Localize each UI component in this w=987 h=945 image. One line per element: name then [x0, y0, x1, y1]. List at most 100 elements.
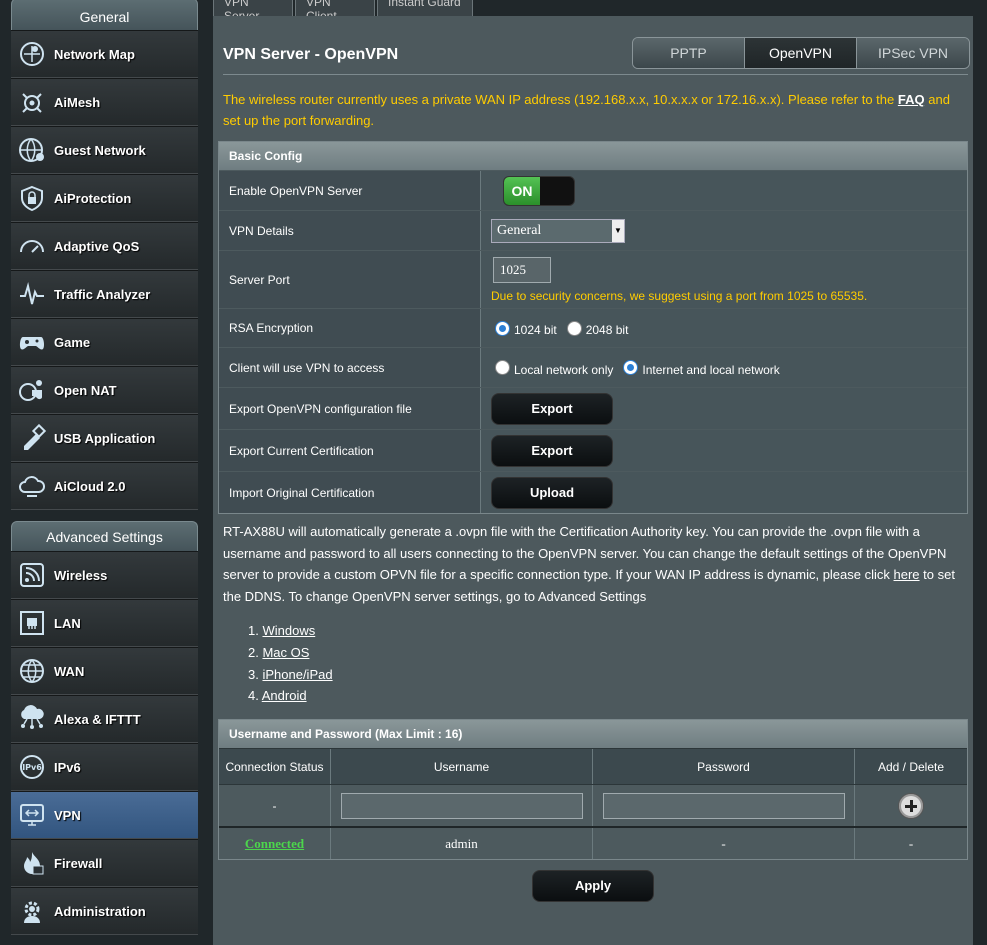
- sidebar-item-open-nat[interactable]: Open NAT: [11, 366, 198, 414]
- guest-network-icon: [17, 135, 47, 165]
- upload-cert-button[interactable]: Upload: [491, 476, 613, 509]
- sidebar-item-label: USB Application: [54, 430, 156, 446]
- vpn-details-select[interactable]: General ▼: [491, 218, 625, 243]
- toggle-on-label: ON: [504, 176, 540, 205]
- windows-link[interactable]: Windows: [262, 623, 315, 638]
- ipv6-icon: IPv6: [17, 752, 47, 782]
- sidebar-item-label: AiCloud 2.0: [54, 478, 126, 494]
- sidebar-item-aicloud[interactable]: AiCloud 2.0: [11, 462, 198, 510]
- description-text: RT-AX88U will automatically generate a .…: [223, 524, 947, 582]
- client-access-row: Client will use VPN to access Local netw…: [219, 347, 967, 387]
- internet-and-local-label: Internet and local network: [642, 362, 780, 377]
- sidebar-item-guest-network[interactable]: Guest Network: [11, 126, 198, 174]
- firewall-icon: [17, 848, 47, 878]
- sidebar: General Network Map AiMesh Guest Network…: [11, 0, 198, 935]
- sidebar-item-ipv6[interactable]: IPv6 IPv6: [11, 743, 198, 791]
- gear-icon: [17, 896, 47, 926]
- sidebar-item-usb-application[interactable]: USB Application: [11, 414, 198, 462]
- sidebar-item-label: Administration: [54, 903, 146, 919]
- sidebar-item-wireless[interactable]: Wireless: [11, 551, 198, 599]
- user-username: admin: [331, 828, 593, 859]
- local-only-label: Local network only: [514, 362, 614, 377]
- export-cert-label: Export Current Certification: [219, 430, 481, 471]
- vpn-details-row: VPN Details General ▼: [219, 210, 967, 250]
- sidebar-item-lan[interactable]: LAN: [11, 599, 198, 647]
- macos-link[interactable]: Mac OS: [262, 645, 309, 660]
- sidebar-item-label: AiProtection: [54, 190, 132, 206]
- export-config-row: Export OpenVPN configuration file Export: [219, 387, 967, 429]
- basic-config-header: Basic Config: [219, 142, 967, 170]
- sidebar-item-wan[interactable]: WAN: [11, 647, 198, 695]
- enable-openvpn-label: Enable OpenVPN Server: [219, 171, 481, 210]
- vpn-details-value: General: [497, 222, 542, 238]
- username-input[interactable]: [340, 792, 583, 819]
- table-row: Connected admin - -: [219, 826, 967, 859]
- rsa-encryption-row: RSA Encryption 1024 bit 2048 bit: [219, 308, 967, 347]
- rsa-2048-label: 2048 bit: [585, 323, 629, 337]
- sidebar-item-label: Traffic Analyzer: [54, 286, 151, 302]
- sidebar-item-alexa-ifttt[interactable]: Alexa & IFTTT: [11, 695, 198, 743]
- sidebar-item-administration[interactable]: Administration: [11, 887, 198, 935]
- client-access-label: Client will use VPN to access: [219, 348, 481, 387]
- cloud-icon: [17, 471, 47, 501]
- sidebar-item-aiprotection[interactable]: AiProtection: [11, 174, 198, 222]
- connection-status[interactable]: Connected: [245, 836, 304, 852]
- rsa-2048-radio[interactable]: [566, 320, 582, 336]
- network-map-icon: [17, 39, 47, 69]
- sidebar-item-label: Guest Network: [54, 142, 146, 158]
- server-port-label: Server Port: [219, 251, 481, 308]
- export-cert-row: Export Current Certification Export: [219, 429, 967, 471]
- sidebar-item-label: Open NAT: [54, 382, 117, 398]
- internet-and-local-radio[interactable]: [623, 360, 639, 375]
- list-item: 3. iPhone/iPad: [248, 666, 333, 682]
- users-table-columns: Connection Status Username Password Add …: [219, 748, 967, 784]
- sidebar-item-label: LAN: [54, 615, 81, 631]
- list-item: 4. Android: [248, 688, 307, 704]
- sidebar-item-network-map[interactable]: Network Map: [11, 30, 198, 78]
- page-title: VPN Server - OpenVPN: [223, 46, 399, 63]
- faq-link[interactable]: FAQ: [898, 92, 925, 107]
- ddns-here-link[interactable]: here: [894, 567, 920, 582]
- sidebar-item-firewall[interactable]: Firewall: [11, 839, 198, 887]
- sidebar-item-game[interactable]: Game: [11, 318, 198, 366]
- export-config-button[interactable]: Export: [491, 392, 613, 425]
- server-port-input[interactable]: 1025: [493, 256, 551, 283]
- general-header: General: [11, 0, 198, 30]
- open-nat-icon: [17, 375, 47, 405]
- col-add-delete: Add / Delete: [877, 759, 945, 774]
- rsa-1024-radio[interactable]: [495, 320, 510, 336]
- basic-config-table: Basic Config Enable OpenVPN Server ON VP…: [218, 141, 968, 514]
- speedometer-icon: [17, 231, 47, 261]
- android-link[interactable]: Android: [262, 688, 307, 703]
- tab-openvpn[interactable]: OpenVPN: [745, 38, 857, 68]
- iphone-ipad-link[interactable]: iPhone/iPad: [262, 667, 332, 682]
- sidebar-item-label: IPv6: [54, 759, 81, 775]
- tab-pptp[interactable]: PPTP: [633, 38, 745, 68]
- vpn-details-label: VPN Details: [219, 211, 481, 250]
- rsa-encryption-label: RSA Encryption: [219, 309, 481, 347]
- users-table: Username and Password (Max Limit : 16) C…: [218, 719, 968, 860]
- apply-button[interactable]: Apply: [532, 870, 654, 902]
- tab-ipsec-vpn[interactable]: IPSec VPN: [857, 38, 969, 68]
- add-user-icon[interactable]: [898, 792, 924, 819]
- sidebar-item-label: AiMesh: [54, 94, 101, 110]
- alexa-icon: [17, 704, 47, 734]
- sidebar-item-vpn[interactable]: VPN: [11, 791, 198, 839]
- notice-text: The wireless router currently uses a pri…: [223, 92, 895, 107]
- list-item: 1. Windows: [248, 623, 316, 638]
- col-connection-status: Connection Status: [219, 749, 331, 784]
- advanced-settings-header: Advanced Settings: [11, 521, 198, 551]
- usb-icon: [17, 423, 47, 453]
- col-password: Password: [593, 749, 855, 784]
- password-input[interactable]: [602, 792, 845, 819]
- local-only-radio[interactable]: [495, 360, 510, 375]
- sidebar-item-adaptive-qos[interactable]: Adaptive QoS: [11, 222, 198, 270]
- server-port-hint: Due to security concerns, we suggest usi…: [491, 288, 868, 303]
- sidebar-item-aimesh[interactable]: AiMesh: [11, 78, 198, 126]
- new-user-row: -: [219, 784, 967, 826]
- main-panel: VPN Server - OpenVPN PPTP OpenVPN IPSec …: [213, 16, 973, 945]
- enable-openvpn-toggle[interactable]: ON: [503, 175, 575, 206]
- sidebar-item-traffic-analyzer[interactable]: Traffic Analyzer: [11, 270, 198, 318]
- export-cert-button[interactable]: Export: [491, 434, 613, 467]
- user-action: -: [908, 835, 914, 851]
